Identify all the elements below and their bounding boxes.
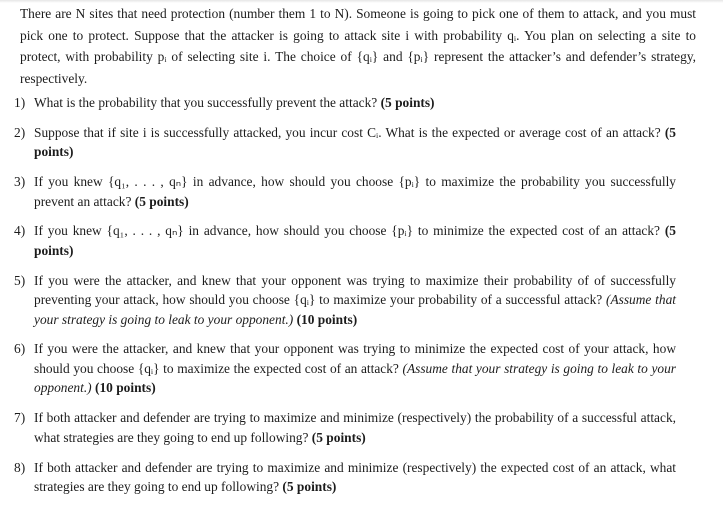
question-item: 6) If you were the attacker, and knew th… — [14, 339, 676, 398]
question-points: (5 points) — [282, 479, 337, 495]
question-text: If you knew {q₁, . . . , qₙ} in advance,… — [34, 223, 660, 239]
question-item: 3) If you knew {q₁, . . . , qₙ} in advan… — [14, 172, 676, 211]
question-item: 7) If both attacker and defender are try… — [14, 408, 676, 447]
question-number: 4) — [14, 223, 26, 239]
question-item: 8) If both attacker and defender are try… — [14, 458, 676, 497]
question-number: 2) — [14, 124, 26, 140]
question-text: If you were the attacker, and knew that … — [34, 272, 676, 308]
question-text: What is the probability that you success… — [34, 95, 378, 110]
question-number: 3) — [14, 174, 26, 190]
question-number: 8) — [14, 459, 26, 475]
question-number: 6) — [14, 341, 26, 357]
question-points: (10 points) — [95, 380, 156, 396]
question-points: (5 points) — [134, 193, 189, 209]
question-points: (5 points) — [311, 429, 366, 445]
question-text: Suppose that if site i is successfully a… — [34, 124, 661, 140]
question-item: 4) If you knew {q₁, . . . , qₙ} in advan… — [14, 221, 676, 260]
question-item: 2) Suppose that if site i is successfull… — [14, 123, 676, 162]
question-text: If you knew {q₁, . . . , qₙ} in advance,… — [34, 174, 676, 209]
question-number: 5) — [14, 272, 26, 288]
question-item: 1) What is the probability that you succ… — [14, 93, 676, 113]
question-list: 1) What is the probability that you succ… — [14, 93, 676, 507]
question-points: (10 points) — [296, 311, 358, 327]
question-item: 5) If you were the attacker, and knew th… — [14, 271, 676, 330]
document-page: There are N sites that need protection (… — [20, 3, 696, 89]
question-number: 7) — [14, 410, 26, 426]
question-text: If both attacker and defender are trying… — [34, 459, 676, 495]
question-points: (5 points) — [380, 95, 435, 110]
intro-paragraph: There are N sites that need protection (… — [20, 6, 696, 86]
question-number: 1) — [14, 95, 26, 110]
